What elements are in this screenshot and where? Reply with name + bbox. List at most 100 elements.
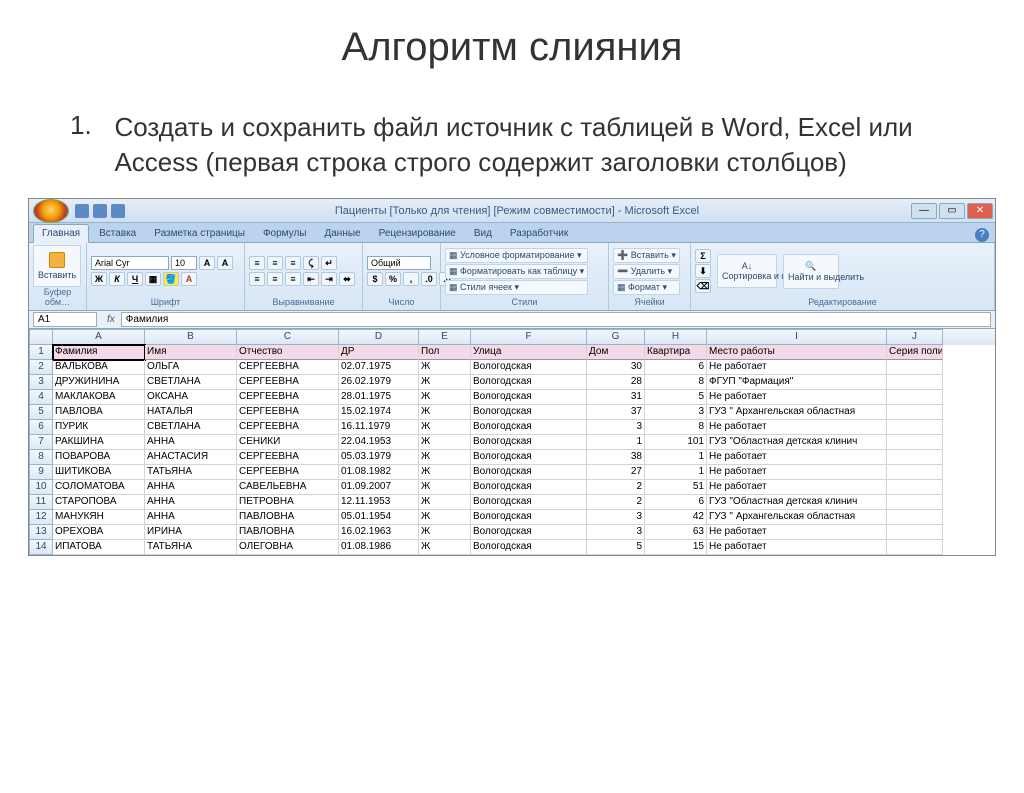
data-cell[interactable]: Вологодская	[471, 540, 587, 555]
data-cell[interactable]: Вологодская	[471, 465, 587, 480]
shrink-font-icon[interactable]: A	[217, 256, 233, 270]
data-cell[interactable]: 37	[587, 405, 645, 420]
data-cell[interactable]: НАТАЛЬЯ	[145, 405, 237, 420]
row-header[interactable]: 14	[29, 540, 53, 555]
data-cell[interactable]: ИРИНА	[145, 525, 237, 540]
col-header[interactable]: D	[339, 329, 419, 345]
data-cell[interactable]: СЕРГЕЕВНА	[237, 405, 339, 420]
data-cell[interactable]: Вологодская	[471, 375, 587, 390]
data-cell[interactable]: АННА	[145, 480, 237, 495]
data-cell[interactable]: 16.02.1963	[339, 525, 419, 540]
data-cell[interactable]: 101	[645, 435, 707, 450]
data-cell[interactable]: Не работает	[707, 390, 887, 405]
data-cell[interactable]: 3	[587, 420, 645, 435]
data-cell[interactable]: Вологодская	[471, 510, 587, 525]
header-cell[interactable]: Место работы	[707, 345, 887, 360]
help-icon[interactable]: ?	[975, 228, 989, 242]
format-cells-button[interactable]: ▦ Формат ▾	[613, 280, 680, 295]
data-cell[interactable]: 01.08.1982	[339, 465, 419, 480]
data-cell[interactable]: Ж	[419, 525, 471, 540]
col-header[interactable]: B	[145, 329, 237, 345]
data-cell[interactable]: СЕРГЕЕВНА	[237, 450, 339, 465]
data-cell[interactable]: ГУЗ "Областная детская клинич	[707, 495, 887, 510]
data-cell[interactable]: Не работает	[707, 450, 887, 465]
data-cell[interactable]: 5	[587, 540, 645, 555]
align-left-icon[interactable]: ≡	[249, 272, 265, 286]
data-cell[interactable]: 15	[645, 540, 707, 555]
data-cell[interactable]: Вологодская	[471, 420, 587, 435]
row-header[interactable]: 9	[29, 465, 53, 480]
header-cell[interactable]: Квартира	[645, 345, 707, 360]
fx-icon[interactable]: fx	[101, 314, 121, 325]
data-cell[interactable]: 38	[587, 450, 645, 465]
tab-review[interactable]: Рецензирование	[371, 225, 464, 242]
grow-font-icon[interactable]: A	[199, 256, 215, 270]
data-cell[interactable]: Вологодская	[471, 360, 587, 375]
formula-input[interactable]: Фамилия	[121, 312, 991, 327]
tab-data[interactable]: Данные	[316, 225, 368, 242]
data-cell[interactable]	[887, 405, 943, 420]
row-header[interactable]: 4	[29, 390, 53, 405]
data-cell[interactable]: 6	[645, 360, 707, 375]
data-cell[interactable]: 8	[645, 375, 707, 390]
data-cell[interactable]: СЕНИКИ	[237, 435, 339, 450]
minimize-button[interactable]: —	[911, 203, 937, 219]
data-cell[interactable]: ПЕТРОВНА	[237, 495, 339, 510]
data-cell[interactable]: Не работает	[707, 540, 887, 555]
paste-button[interactable]: Вставить	[33, 245, 81, 287]
data-cell[interactable]: Вологодская	[471, 450, 587, 465]
data-cell[interactable]: СОЛОМАТОВА	[53, 480, 145, 495]
data-cell[interactable]: Не работает	[707, 480, 887, 495]
comma-icon[interactable]: ,	[403, 272, 419, 286]
data-cell[interactable]: Вологодская	[471, 495, 587, 510]
find-select-button[interactable]: 🔍Найти и выделить	[783, 254, 839, 289]
data-cell[interactable]	[887, 480, 943, 495]
data-cell[interactable]: СЕРГЕЕВНА	[237, 360, 339, 375]
data-cell[interactable]: Вологодская	[471, 390, 587, 405]
data-cell[interactable]: ОРЕХОВА	[53, 525, 145, 540]
data-cell[interactable]: Вологодская	[471, 525, 587, 540]
row-header[interactable]: 7	[29, 435, 53, 450]
data-cell[interactable]: 2	[587, 495, 645, 510]
header-cell[interactable]: Фамилия	[53, 345, 145, 360]
align-top-icon[interactable]: ≡	[249, 256, 265, 270]
data-cell[interactable]: 1	[645, 450, 707, 465]
data-cell[interactable]: 26.02.1979	[339, 375, 419, 390]
data-cell[interactable]: Не работает	[707, 360, 887, 375]
header-cell[interactable]: ДР	[339, 345, 419, 360]
data-cell[interactable]: МАКЛАКОВА	[53, 390, 145, 405]
data-cell[interactable]: Вологодская	[471, 435, 587, 450]
header-cell[interactable]: Отчество	[237, 345, 339, 360]
data-cell[interactable]	[887, 465, 943, 480]
data-cell[interactable]: РАКШИНА	[53, 435, 145, 450]
data-cell[interactable]: 8	[645, 420, 707, 435]
header-cell[interactable]: Серия полис	[887, 345, 943, 360]
spreadsheet-grid[interactable]: A B C D E F G H I J 1ФамилияИмяОтчествоД…	[29, 329, 995, 555]
font-color-button[interactable]: A	[181, 272, 197, 286]
align-right-icon[interactable]: ≡	[285, 272, 301, 286]
align-center-icon[interactable]: ≡	[267, 272, 283, 286]
col-header[interactable]: C	[237, 329, 339, 345]
header-cell[interactable]: Имя	[145, 345, 237, 360]
data-cell[interactable]: ПОВАРОВА	[53, 450, 145, 465]
align-bottom-icon[interactable]: ≡	[285, 256, 301, 270]
autosum-icon[interactable]: Σ	[695, 249, 711, 263]
data-cell[interactable]: Ж	[419, 540, 471, 555]
currency-icon[interactable]: $	[367, 272, 383, 286]
row-header[interactable]: 12	[29, 510, 53, 525]
data-cell[interactable]: 63	[645, 525, 707, 540]
data-cell[interactable]	[887, 495, 943, 510]
data-cell[interactable]: Не работает	[707, 465, 887, 480]
row-header[interactable]: 10	[29, 480, 53, 495]
percent-icon[interactable]: %	[385, 272, 401, 286]
data-cell[interactable]: Ж	[419, 435, 471, 450]
data-cell[interactable]: Вологодская	[471, 480, 587, 495]
data-cell[interactable]: 31	[587, 390, 645, 405]
office-button[interactable]	[33, 199, 69, 223]
data-cell[interactable]: ВАЛЬКОВА	[53, 360, 145, 375]
bold-button[interactable]: Ж	[91, 272, 107, 286]
redo-icon[interactable]	[111, 204, 125, 218]
data-cell[interactable]: 6	[645, 495, 707, 510]
col-header[interactable]: H	[645, 329, 707, 345]
data-cell[interactable]: СЕРГЕЕВНА	[237, 420, 339, 435]
